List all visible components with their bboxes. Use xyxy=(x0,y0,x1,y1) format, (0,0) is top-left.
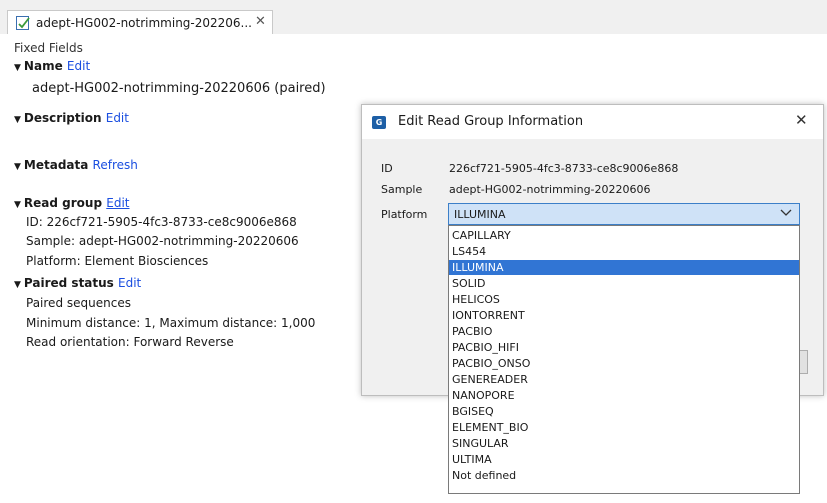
dropdown-option[interactable]: PACBIO_ONSO xyxy=(449,356,799,371)
paired-status-edit-link[interactable]: Edit xyxy=(118,276,141,290)
dialog-title: Edit Read Group Information xyxy=(398,114,584,129)
dropdown-option[interactable]: ULTIMA xyxy=(449,452,799,467)
dropdown-option[interactable]: PACBIO xyxy=(449,324,799,339)
dialog-titlebar[interactable]: G Edit Read Group Information ✕ xyxy=(362,105,823,139)
name-value: adept-HG002-notrimming-20220606 (paired) xyxy=(32,81,326,96)
editor-tab-strip: adept-HG002-notrimming-202206... ✕ xyxy=(0,0,827,34)
read-group-id: ID: 226cf721-5905-4fc3-8733-ce8c9006e868 xyxy=(26,215,297,229)
name-section[interactable]: ▼ Name Edit xyxy=(14,59,90,73)
dropdown-option[interactable]: ELEMENT_BIO xyxy=(449,420,799,435)
sample-label: Sample xyxy=(381,183,423,196)
dropdown-option[interactable]: IONTORRENT xyxy=(449,308,799,323)
platform-label: Platform xyxy=(381,208,428,221)
description-section[interactable]: ▼ Description Edit xyxy=(14,111,129,125)
tab-title: adept-HG002-notrimming-202206... xyxy=(36,16,252,30)
dropdown-option[interactable]: BGISEQ xyxy=(449,404,799,419)
expand-triangle-icon[interactable]: ▼ xyxy=(14,63,21,73)
paired-status-section[interactable]: ▼ Paired status Edit xyxy=(14,276,141,290)
chevron-down-icon[interactable] xyxy=(779,206,793,220)
metadata-refresh-link[interactable]: Refresh xyxy=(93,158,138,172)
id-value: 226cf721-5905-4fc3-8733-ce8c9006e868 xyxy=(449,162,679,175)
read-group-label: Read group xyxy=(23,196,103,210)
app-icon: G xyxy=(372,116,386,129)
dropdown-option[interactable]: Not defined xyxy=(449,468,799,483)
expand-triangle-icon[interactable]: ▼ xyxy=(14,162,21,172)
name-label: Name xyxy=(23,59,63,73)
dropdown-option[interactable]: NANOPORE xyxy=(449,388,799,403)
expand-triangle-icon[interactable]: ▼ xyxy=(14,280,21,290)
dropdown-option-selected[interactable]: ILLUMINA xyxy=(449,260,799,275)
id-label: ID xyxy=(381,162,393,175)
read-orientation-line: Read orientation: Forward Reverse xyxy=(26,335,234,349)
description-edit-link[interactable]: Edit xyxy=(106,111,129,125)
platform-select[interactable]: ILLUMINA xyxy=(448,203,800,225)
dropdown-option[interactable]: GENEREADER xyxy=(449,372,799,387)
dropdown-option[interactable]: SINGULAR xyxy=(449,436,799,451)
paired-distance-line: Minimum distance: 1, Maximum distance: 1… xyxy=(26,316,316,330)
expand-triangle-icon[interactable]: ▼ xyxy=(14,200,21,210)
sample-value: adept-HG002-notrimming-20220606 xyxy=(449,183,651,196)
read-group-edit-link[interactable]: Edit xyxy=(106,196,129,210)
read-group-platform: Platform: Element Biosciences xyxy=(26,254,209,268)
dropdown-option[interactable]: HELICOS xyxy=(449,292,799,307)
expand-triangle-icon[interactable]: ▼ xyxy=(14,115,21,125)
platform-selected-value: ILLUMINA xyxy=(454,208,506,221)
metadata-section[interactable]: ▼ Metadata Refresh xyxy=(14,158,138,172)
name-edit-link[interactable]: Edit xyxy=(67,59,90,73)
metadata-label: Metadata xyxy=(23,158,89,172)
tab-sequence-list[interactable]: adept-HG002-notrimming-202206... ✕ xyxy=(7,10,273,34)
description-label: Description xyxy=(23,111,102,125)
platform-dropdown-list[interactable]: CAPILLARY LS454 ILLUMINA SOLID HELICOS I… xyxy=(448,225,800,494)
fixed-fields-heading: Fixed Fields xyxy=(14,41,83,55)
read-group-sample: Sample: adept-HG002-notrimming-20220606 xyxy=(26,234,299,248)
dropdown-option[interactable]: CAPILLARY xyxy=(449,228,799,243)
dropdown-option[interactable]: PACBIO_HIFI xyxy=(449,340,799,355)
paired-status-line: Paired sequences xyxy=(26,296,131,310)
read-group-section[interactable]: ▼ Read group Edit xyxy=(14,196,130,210)
sequence-list-icon xyxy=(15,15,31,31)
dropdown-option[interactable]: SOLID xyxy=(449,276,799,291)
dropdown-option[interactable]: LS454 xyxy=(449,244,799,259)
dialog-close-icon[interactable]: ✕ xyxy=(795,111,808,129)
paired-status-label: Paired status xyxy=(23,276,114,290)
close-icon[interactable]: ✕ xyxy=(255,14,266,29)
